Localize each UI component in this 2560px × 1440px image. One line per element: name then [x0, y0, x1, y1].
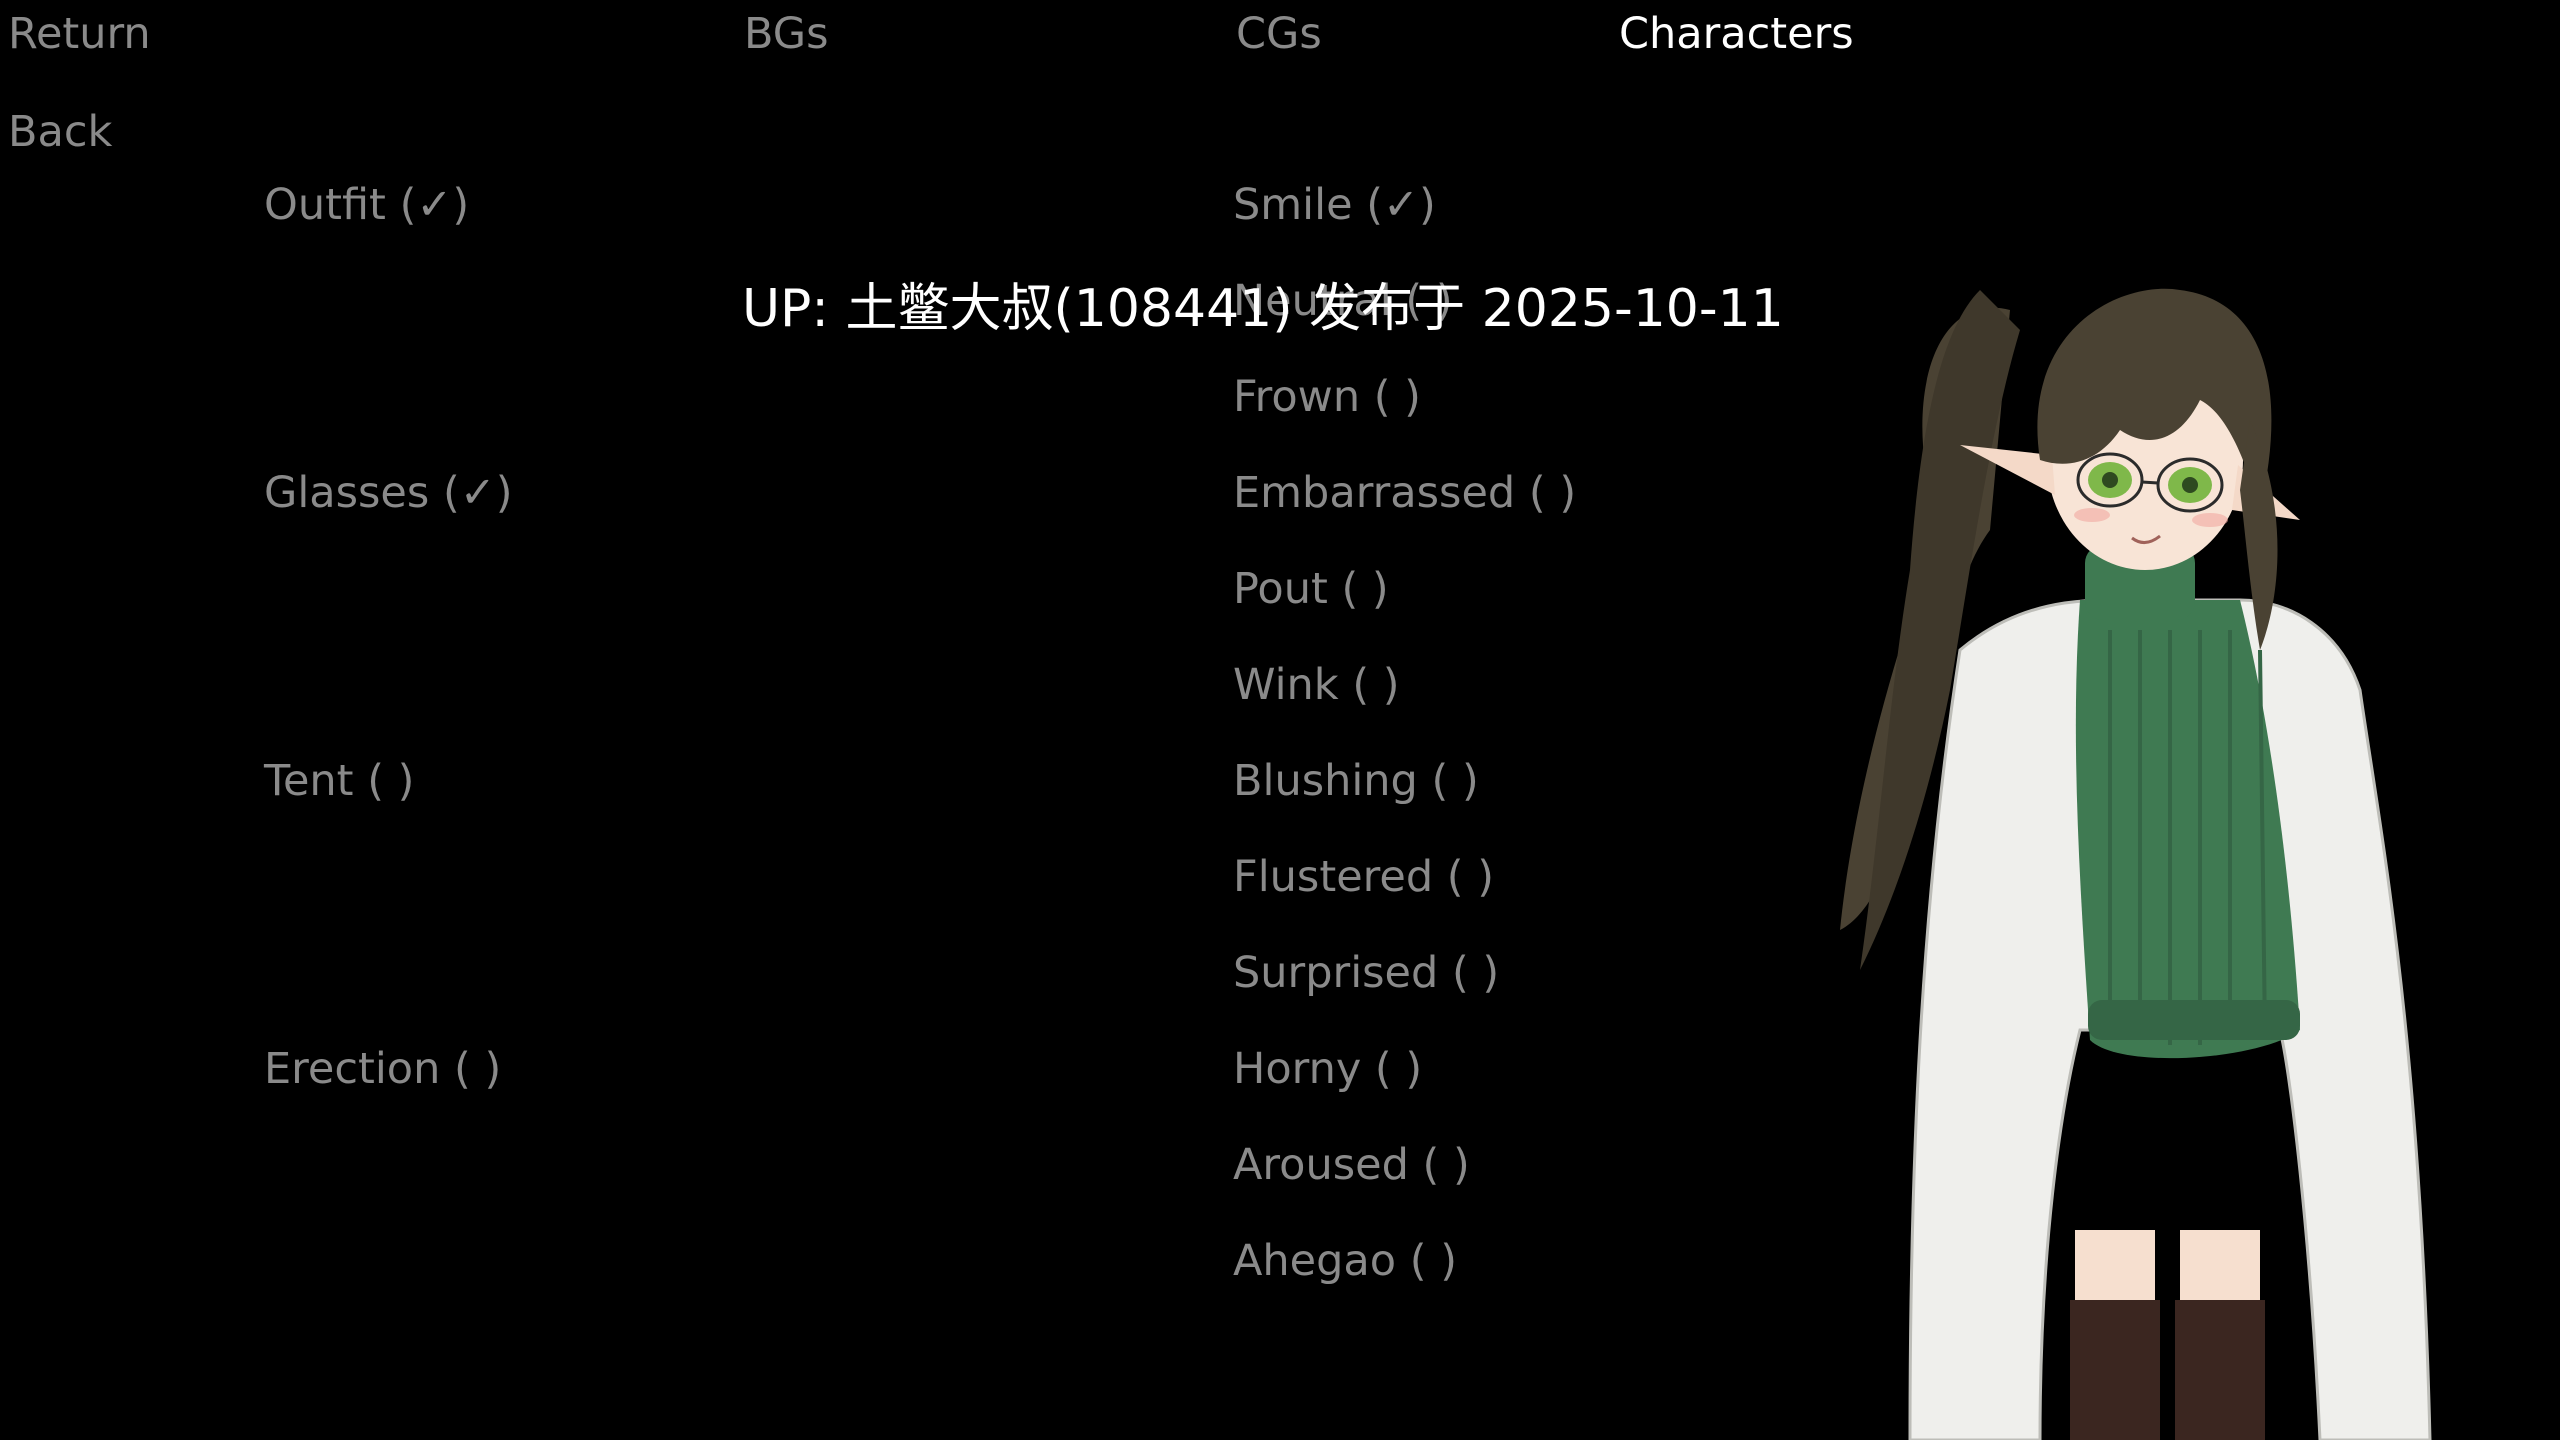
- expression-pout[interactable]: Pout ( ): [1233, 561, 1389, 617]
- back-button[interactable]: Back: [8, 104, 112, 160]
- stocking-left: [2070, 1300, 2160, 1440]
- expression-embarrassed[interactable]: Embarrassed ( ): [1233, 465, 1576, 521]
- uploader-watermark: UP: 土鳖大叔(108441) 发布于 2025-10-11: [742, 279, 1784, 339]
- thigh-left: [2075, 1230, 2155, 1300]
- expression-frown[interactable]: Frown ( ): [1233, 369, 1421, 425]
- thigh-right: [2180, 1230, 2260, 1300]
- expression-flustered[interactable]: Flustered ( ): [1233, 849, 1494, 905]
- gallery-screen: Return BGs CGs Characters Back Outfit (✓…: [0, 0, 2560, 1440]
- expression-wink[interactable]: Wink ( ): [1233, 657, 1400, 713]
- tab-cgs[interactable]: CGs: [1236, 6, 1322, 62]
- stocking-right: [2175, 1300, 2265, 1440]
- blush-right: [2192, 513, 2228, 527]
- expression-surprised[interactable]: Surprised ( ): [1233, 945, 1499, 1001]
- expression-ahegao[interactable]: Ahegao ( ): [1233, 1233, 1457, 1289]
- tab-bgs[interactable]: BGs: [744, 6, 828, 62]
- character-sprite: [1840, 288, 2432, 1440]
- expression-blushing[interactable]: Blushing ( ): [1233, 753, 1479, 809]
- expression-horny[interactable]: Horny ( ): [1233, 1041, 1422, 1097]
- toggle-erection[interactable]: Erection ( ): [264, 1041, 501, 1097]
- toggle-glasses[interactable]: Glasses (✓): [264, 465, 513, 521]
- toggle-outfit[interactable]: Outfit (✓): [264, 177, 469, 233]
- toggle-tent[interactable]: Tent ( ): [264, 753, 414, 809]
- expression-aroused[interactable]: Aroused ( ): [1233, 1137, 1470, 1193]
- blush-left: [2074, 508, 2110, 522]
- expression-smile[interactable]: Smile (✓): [1233, 177, 1436, 233]
- tab-characters[interactable]: Characters: [1619, 6, 1854, 62]
- return-button[interactable]: Return: [8, 6, 151, 62]
- sweater-hem: [2088, 1000, 2300, 1040]
